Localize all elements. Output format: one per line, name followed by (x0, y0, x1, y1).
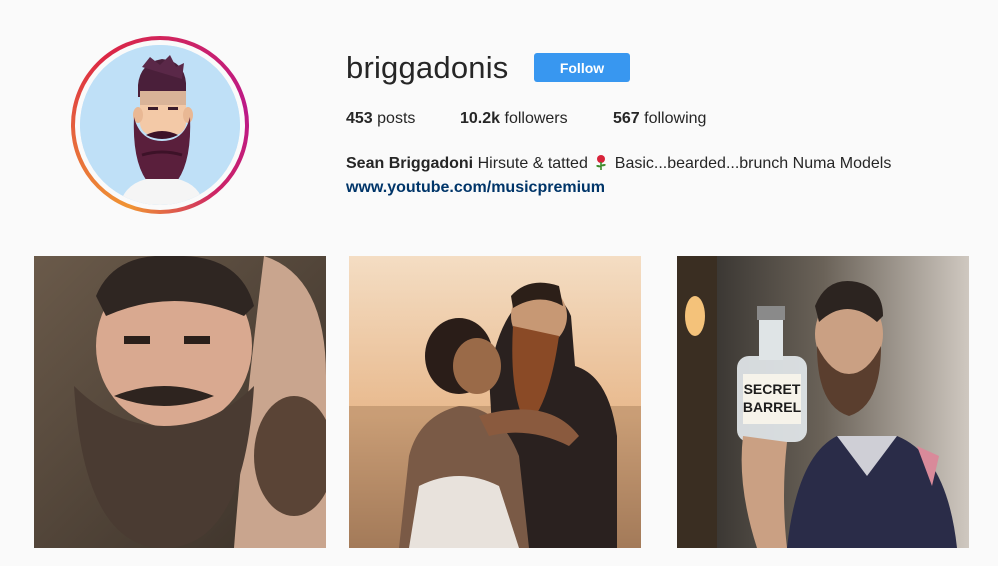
post-thumbnail-1[interactable] (34, 256, 326, 548)
post-thumbnail-3[interactable]: SECRET BARREL (677, 256, 969, 548)
following-label: following (644, 110, 707, 127)
post-image-couple-sunset (349, 256, 641, 548)
post-image-man-with-bottle: SECRET BARREL (677, 256, 969, 548)
website-link[interactable]: www.youtube.com/musicpremium (346, 179, 605, 197)
posts-stat: 453 posts (346, 110, 415, 128)
followers-count: 10.2k (460, 110, 501, 127)
bio-text-start: Hirsute & tatted (477, 155, 588, 172)
profile-bio: Sean Briggadoni Hirsute & tatted Basic..… (346, 154, 891, 173)
posts-label: posts (377, 110, 416, 127)
avatar[interactable] (80, 45, 240, 205)
profile-username: briggadonis (346, 50, 509, 85)
bottle-label-line2: BARREL (743, 399, 802, 415)
rose-icon (596, 155, 607, 170)
following-count: 567 (613, 110, 640, 127)
follow-button[interactable]: Follow (534, 53, 630, 82)
bearded-man-illustration (80, 45, 240, 205)
profile-avatar-ring[interactable] (71, 36, 249, 214)
followers-stat[interactable]: 10.2k followers (460, 110, 568, 128)
posts-count: 453 (346, 110, 373, 127)
followers-label: followers (504, 110, 568, 127)
bio-text-end: Basic...bearded...brunch Numa Models (614, 155, 892, 172)
post-image-bearded-selfie (34, 256, 326, 548)
post-thumbnail-2[interactable] (349, 256, 641, 548)
bottle-label-line1: SECRET (744, 381, 801, 397)
following-stat[interactable]: 567 following (613, 110, 706, 128)
full-name: Sean Briggadoni (346, 155, 474, 172)
